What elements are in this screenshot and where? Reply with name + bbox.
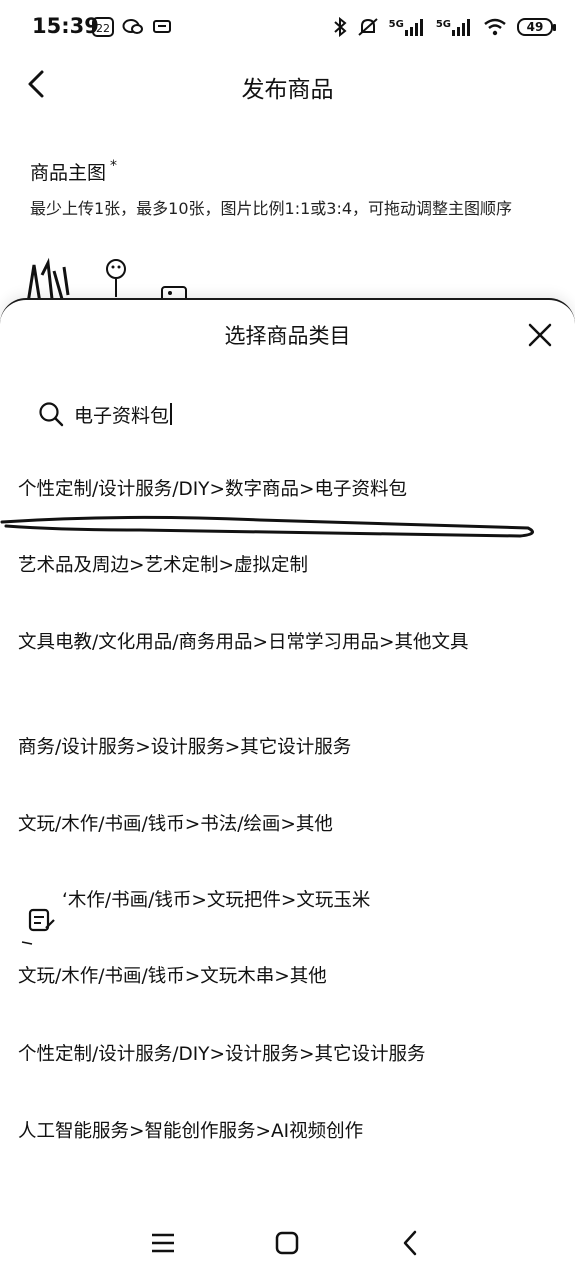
main-image-label-text: 商品主图 <box>30 162 107 184</box>
category-picker-sheet: 选择商品类目 电子资料包 个性定制/设计服务/DIY>数字商品>电子资料包 艺术… <box>0 298 575 1282</box>
main-image-label: 商品主图 * <box>30 158 117 185</box>
category-path: 艺术品及周边>艺术定制>虚拟定制 <box>18 555 309 576</box>
category-path: 商务/设计服务>设计服务>其它设计服务 <box>18 737 352 758</box>
category-path: 人工智能服务>智能创作服务>AI视频创作 <box>18 1121 364 1142</box>
header: 发布商品 <box>0 60 575 110</box>
status-left-icons: 22 <box>92 17 172 37</box>
search-icon <box>39 402 64 427</box>
required-mark: * <box>110 158 118 174</box>
category-path: ‘木作/书画/钱币>文玩把件>文玩玉米 <box>62 890 371 911</box>
page-title: 发布商品 <box>241 77 334 103</box>
network-type-label: 5G <box>388 19 404 30</box>
signal-5g-icon <box>452 19 470 36</box>
handdrawn-underline <box>0 515 534 538</box>
status-right-icons: 5G 5G 49 <box>333 17 556 37</box>
network-type-label: 5G <box>435 19 451 30</box>
home-icon[interactable] <box>272 1228 302 1258</box>
edit-note-icon <box>21 908 55 945</box>
category-path: 个性定制/设计服务/DIY>设计服务>其它设计服务 <box>18 1044 426 1065</box>
floating-edit-button[interactable] <box>20 898 60 952</box>
category-path: 个性定制/设计服务/DIY>数字商品>电子资料包 <box>18 479 407 500</box>
system-nav-bar <box>0 1210 575 1280</box>
menu-icon[interactable] <box>148 1228 178 1258</box>
signal-5g-icon <box>404 19 423 36</box>
category-path: 文玩/木作/书画/钱币>文玩木串>其他 <box>18 966 327 987</box>
message-icon <box>153 20 171 33</box>
main-image-hint: 最少上传1张，最多10张，图片比例1:1或3:4，可拖动调整主图顺序 <box>30 199 513 218</box>
wechat-icon <box>122 19 143 34</box>
calendar-icon: 22 <box>92 17 114 37</box>
status-bar: 15:39 22 5G 5G 49 <box>0 0 575 60</box>
text-cursor <box>170 403 173 425</box>
back-icon[interactable] <box>396 1228 426 1258</box>
battery-icon: 49 <box>517 18 556 36</box>
search-input[interactable]: 电子资料包 <box>38 396 538 432</box>
category-path: 文玩/木作/书画/钱币>书法/绘画>其他 <box>18 814 333 835</box>
sheet-title: 选择商品类目 <box>224 324 351 348</box>
mute-icon <box>357 18 378 36</box>
status-time: 15:39 <box>32 14 99 38</box>
search-value: 电子资料包 <box>74 404 170 427</box>
close-icon[interactable] <box>527 322 553 348</box>
wifi-icon <box>484 18 506 36</box>
bluetooth-icon <box>333 17 347 37</box>
category-path: 文具电教/文化用品/商务用品>日常学习用品>其他文具 <box>18 632 469 653</box>
